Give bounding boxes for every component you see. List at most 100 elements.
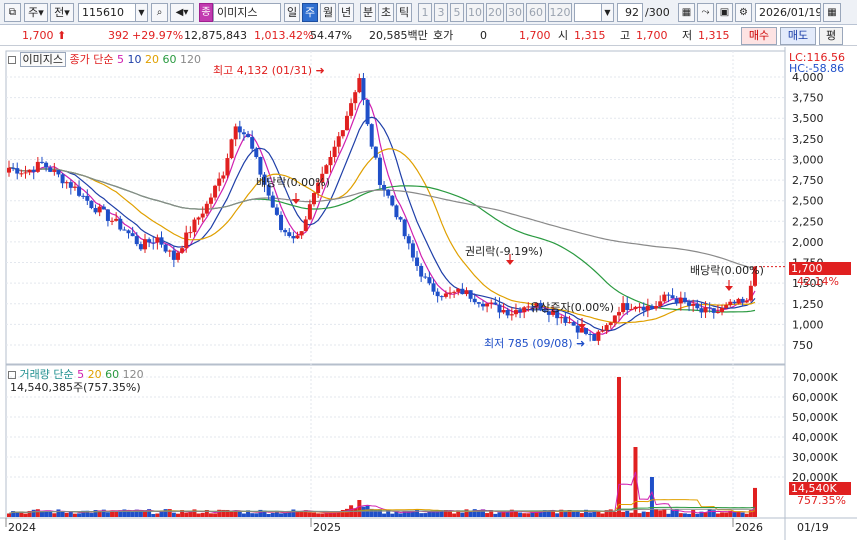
candle-body bbox=[419, 265, 424, 277]
candle-body bbox=[744, 300, 749, 303]
annotation-rights: 권리락(-9.19%) bbox=[465, 245, 543, 258]
dropdown-icon[interactable]: ▼ bbox=[601, 3, 614, 22]
candle-body bbox=[130, 233, 135, 237]
count-input[interactable]: 92 bbox=[617, 3, 643, 22]
legend-ma20[interactable]: 20 bbox=[145, 53, 159, 66]
tab-week[interactable]: 주 bbox=[302, 3, 318, 22]
candle-body bbox=[114, 218, 119, 221]
candle-body bbox=[295, 235, 300, 239]
high-price: 1,700 bbox=[636, 29, 668, 42]
price-tick-label: 3,250 bbox=[792, 133, 824, 146]
window-icon[interactable]: ⧉ bbox=[4, 3, 21, 22]
price-tick-label: 1,250 bbox=[792, 298, 824, 311]
speaker-icon[interactable]: ◀▾ bbox=[170, 3, 194, 22]
candle-body bbox=[641, 306, 646, 311]
volume-bar bbox=[171, 512, 176, 517]
volume-bar bbox=[410, 511, 415, 517]
tab-month[interactable]: 월 bbox=[320, 3, 336, 22]
stock-name: 이미지스 bbox=[217, 6, 258, 19]
stock-chart[interactable]: 4,0003,7503,5003,2503,0002,7502,5002,250… bbox=[0, 47, 857, 540]
volume-bar bbox=[753, 487, 757, 517]
candle-body bbox=[64, 182, 69, 184]
dropdown-icon[interactable]: ▼ bbox=[135, 3, 148, 22]
search-icon[interactable]: ⌕ bbox=[151, 3, 168, 22]
legend-ma120[interactable]: 120 bbox=[180, 53, 201, 66]
num-tab-30[interactable]: 30 bbox=[506, 3, 524, 22]
volume-bar bbox=[316, 513, 321, 517]
tab-tick[interactable]: 틱 bbox=[396, 3, 412, 22]
spinner-icon[interactable]: ▦ bbox=[823, 3, 841, 22]
volume-tick-label: 50,000K bbox=[792, 411, 838, 424]
num-tab-3[interactable]: 3 bbox=[434, 3, 448, 22]
candle-body bbox=[493, 302, 498, 305]
buy-button[interactable]: 매수 bbox=[741, 27, 777, 45]
volume-bar bbox=[382, 513, 387, 517]
candle-body bbox=[423, 276, 428, 278]
link-icon[interactable]: ⤳ bbox=[697, 3, 714, 22]
flat-button[interactable]: 평 bbox=[819, 27, 843, 45]
legend-title[interactable]: 종가 단순 bbox=[69, 53, 113, 66]
candle-body bbox=[666, 294, 671, 296]
candle-body bbox=[480, 303, 485, 307]
save-icon[interactable]: ▣ bbox=[716, 3, 733, 22]
candle-body bbox=[629, 309, 634, 311]
num-tab-60[interactable]: 60 bbox=[526, 3, 546, 22]
num-tab-20[interactable]: 20 bbox=[486, 3, 504, 22]
candle-body bbox=[707, 307, 712, 309]
num-tab-1[interactable]: 1 bbox=[418, 3, 432, 22]
period-select[interactable]: 주▾ bbox=[24, 3, 48, 22]
volume-bar bbox=[645, 511, 650, 517]
open-label: 시 bbox=[558, 29, 569, 42]
volume-bar bbox=[720, 512, 725, 517]
grid-icon[interactable]: ▦ bbox=[678, 3, 695, 22]
quote-label: 호가 bbox=[433, 29, 454, 42]
num-tab-5[interactable]: 5 bbox=[450, 3, 464, 22]
candle-body bbox=[612, 315, 617, 323]
candle-body bbox=[410, 243, 415, 258]
candle-body bbox=[138, 244, 143, 250]
volume-bar bbox=[299, 511, 304, 517]
current-price: 1,700 ⬆ bbox=[22, 29, 67, 42]
tab-minute[interactable]: 분 bbox=[360, 3, 376, 22]
sell-button[interactable]: 매도 bbox=[780, 27, 816, 45]
right-arrow-icon: ➜ bbox=[576, 337, 586, 350]
candle-body bbox=[344, 115, 349, 131]
legend-ma60[interactable]: 60 bbox=[162, 53, 176, 66]
tab-day[interactable]: 일 bbox=[284, 3, 300, 22]
candle-body bbox=[188, 232, 193, 234]
candle-body bbox=[31, 169, 36, 172]
candle-body bbox=[497, 304, 502, 313]
current-price-tag: 1,700 bbox=[789, 262, 851, 275]
candle-body bbox=[279, 214, 284, 231]
candle-body bbox=[217, 178, 222, 186]
candle-body bbox=[332, 146, 337, 158]
date-input[interactable]: 2026/01/19 bbox=[755, 3, 821, 22]
candle-body bbox=[324, 165, 329, 174]
volume-bar bbox=[114, 511, 119, 517]
candle-body bbox=[163, 244, 168, 252]
candle-body bbox=[674, 298, 679, 304]
num-tab-120[interactable]: 120 bbox=[548, 3, 572, 22]
chart-name-tag[interactable]: 이미지스 bbox=[19, 52, 66, 67]
volume-bar bbox=[15, 512, 20, 517]
legend-ma5[interactable]: 5 bbox=[117, 53, 124, 66]
volume-bar bbox=[233, 511, 238, 517]
candle-body bbox=[559, 317, 564, 319]
gear-icon[interactable]: ⚙ bbox=[735, 3, 752, 22]
candle-body bbox=[311, 193, 316, 205]
toolbar: ⧉ 주▾ 전▾ 115610 ▼ ⌕ ◀▾ 종 이미지스 일 주 월 년 분 초… bbox=[0, 0, 857, 25]
market-select[interactable]: 전▾ bbox=[50, 3, 74, 22]
volume-bar bbox=[390, 513, 395, 517]
num-tab-10[interactable]: 10 bbox=[466, 3, 484, 22]
price-tick-label: 2,500 bbox=[792, 195, 824, 208]
tab-second[interactable]: 초 bbox=[378, 3, 394, 22]
change-percent: +29.97% bbox=[132, 29, 184, 42]
volume-percent: 1,013.42% bbox=[254, 29, 314, 42]
candle-body bbox=[728, 301, 733, 306]
tab-year[interactable]: 년 bbox=[338, 3, 354, 22]
legend-ma10[interactable]: 10 bbox=[127, 53, 141, 66]
candle-body bbox=[748, 285, 753, 301]
candle-body bbox=[464, 290, 469, 295]
stock-name-field[interactable]: 이미지스 bbox=[213, 3, 281, 22]
candle-body bbox=[246, 134, 251, 138]
